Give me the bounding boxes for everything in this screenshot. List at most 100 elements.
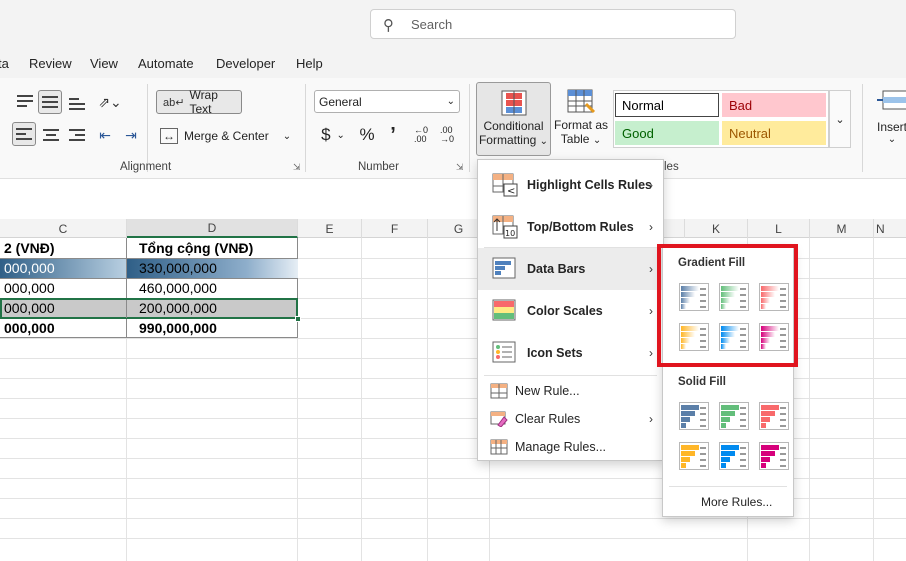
solid-fill-option-4[interactable] [679,442,709,470]
column-header-f[interactable]: F [362,219,428,238]
menu-manage-rules[interactable]: Manage Rules... [478,434,663,460]
conditional-formatting-label-1: Conditional [483,119,544,133]
number-group-label: Number [358,161,399,173]
align-right-button[interactable] [66,124,88,146]
style-neutral[interactable]: Neutral [722,121,826,145]
tab-view[interactable]: View [90,56,118,71]
column-headers: C D E F G K L M N [0,219,906,238]
tab-automate[interactable]: Automate [138,56,194,71]
style-bad[interactable]: Bad [722,93,826,117]
align-left-button[interactable] [12,122,36,146]
alignment-launcher-icon[interactable]: ⇲ [293,162,301,173]
cell-d3[interactable]: 460,000,000 [135,278,295,298]
menu-icon-sets[interactable]: Icon Sets › [478,332,663,374]
cell-d2[interactable]: 330,000,000 [135,258,295,278]
cell-d5[interactable]: 990,000,000 [135,318,295,338]
wrap-text-label: Wrap Text [189,88,218,116]
decrease-decimal-button[interactable]: .00 →0 [436,124,458,146]
menu-label: Icon Sets [527,346,583,360]
search-box[interactable]: ⚲ Search [370,9,736,39]
tab-data[interactable]: ta [0,56,9,71]
menu-label: Data Bars [527,262,586,276]
format-as-table-label-1: Format as [553,118,608,132]
align-center-icon [43,129,59,144]
menu-label: New Rule... [515,384,580,398]
orientation-button[interactable]: ⇗⌄ [94,91,126,113]
align-center-button[interactable] [40,124,62,146]
wrap-text-button[interactable]: ab↵ Wrap Text [156,88,242,116]
fill-handle[interactable] [295,316,301,322]
tab-developer[interactable]: Developer [216,56,275,71]
comma-style-icon: ’ [390,123,396,146]
column-header-e[interactable]: E [298,219,362,238]
menu-label: Clear Rules [515,412,581,426]
decrease-indent-button[interactable]: ⇤ [94,124,116,146]
percent-button[interactable]: % [356,124,378,146]
column-header-n[interactable]: N [874,219,906,238]
cell-c1[interactable]: 2 (VNĐ) [0,238,126,258]
align-middle-button[interactable] [38,90,62,114]
cell-c3[interactable]: 000,000 [0,278,126,298]
style-good[interactable]: Good [615,121,719,145]
new-rule-icon [490,383,508,399]
number-launcher-icon[interactable]: ⇲ [456,162,464,173]
solid-fill-option-3[interactable] [759,402,789,430]
solid-fill-option-1[interactable] [679,402,709,430]
svg-text:10: 10 [505,229,515,238]
tab-review[interactable]: Review [29,56,72,71]
data-bars-icon [492,257,516,279]
clear-rules-icon [490,411,508,427]
chevron-right-icon: › [649,304,653,318]
more-rules-link[interactable]: More Rules... [701,495,772,509]
number-format-select[interactable]: General ⌄ [314,90,460,113]
chevron-down-icon: ⌄ [592,135,602,146]
cell-c2[interactable]: 000,000 [0,258,126,278]
chevron-right-icon: › [649,262,653,276]
column-header-m[interactable]: M [810,219,874,238]
menu-new-rule[interactable]: New Rule... [478,378,663,404]
align-left-icon [16,128,32,143]
menu-data-bars[interactable]: Data Bars › [478,248,663,290]
column-header-c[interactable]: C [0,219,127,238]
search-placeholder: Search [411,17,453,32]
column-header-d[interactable]: D [127,219,298,238]
cell-d4[interactable]: 200,000,000 [135,298,295,318]
tab-help[interactable]: Help [296,56,323,71]
column-header-k[interactable]: K [684,219,748,238]
cell-d1[interactable]: Tổng cộng (VNĐ) [135,238,295,258]
solid-fill-option-6[interactable] [759,442,789,470]
align-bottom-button[interactable] [66,92,88,114]
manage-rules-icon [490,439,508,455]
comma-style-button[interactable]: ’ [384,124,402,146]
solid-fill-option-5[interactable] [719,442,749,470]
menu-label: Manage Rules... [515,440,607,454]
search-icon: ⚲ [383,17,394,34]
conditional-formatting-button[interactable]: Conditional Formatting ⌄ [476,82,551,156]
menu-clear-rules[interactable]: Clear Rules › [478,406,663,432]
gallery-expand-icon: ⌄ [835,113,845,126]
currency-button[interactable]: $ ⌄ [316,124,350,146]
decrease-decimal-icon: .00 →0 [439,125,454,144]
menu-bar: ta Review View Automate Developer Help [0,48,906,78]
increase-indent-button[interactable]: ⇥ [120,124,142,146]
menu-highlight-cells-rules[interactable]: < Highlight Cells Rules › [478,164,663,206]
orientation-icon: ⇗⌄ [98,93,122,110]
chevron-down-icon: ⌄ [446,96,455,107]
increase-decimal-icon: ←0.00 [413,125,428,144]
merge-center-label: Merge & Center [184,129,269,143]
styles-gallery-more-button[interactable]: ⌄ [829,90,851,148]
format-as-table-button[interactable]: Format as Table ⌄ [552,84,610,156]
align-top-button[interactable] [14,92,36,114]
increase-decimal-button[interactable]: ←0.00 [410,124,432,146]
cell-c5[interactable]: 000,000 [0,318,126,338]
color-scales-icon [492,299,516,321]
chevron-down-icon: ⌄ [282,130,292,142]
solid-fill-option-2[interactable] [719,402,749,430]
insert-button[interactable]: Insert ⌄ [872,84,906,156]
menu-color-scales[interactable]: Color Scales › [478,290,663,332]
menu-top-bottom-rules[interactable]: 10 Top/Bottom Rules › [478,206,663,248]
cell-c4[interactable]: 000,000 [0,298,126,318]
merge-center-button[interactable]: ↔ Merge & Center ⌄ [156,124,296,148]
column-header-l[interactable]: L [748,219,810,238]
style-normal[interactable]: Normal [615,93,719,117]
